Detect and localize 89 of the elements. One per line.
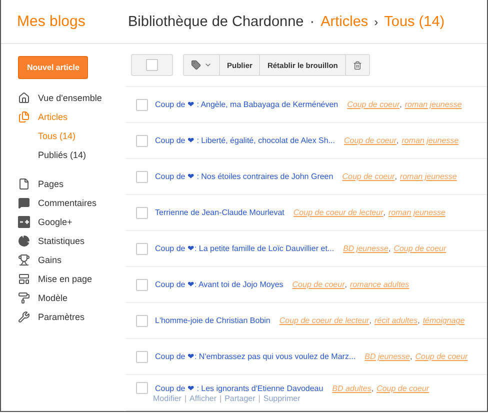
label-link[interactable]: Coup de coeur [347, 100, 400, 109]
breadcrumb-link[interactable]: Articles [320, 14, 368, 30]
comma: , [344, 280, 347, 289]
label-link[interactable]: BD adultes [332, 384, 372, 392]
row-checkbox[interactable] [136, 206, 148, 218]
sidebar-item[interactable]: Commentaires [18, 193, 126, 212]
label-link[interactable]: Coup de coeur [342, 172, 395, 181]
post-title-link[interactable]: Coup de ❤ : Angèle, ma Babayaga de Kerménéven [155, 100, 338, 109]
row-checkbox[interactable] [136, 98, 148, 110]
caret-icon [204, 61, 212, 69]
label-link[interactable]: Coup de coeur de lecteur [279, 316, 370, 325]
post-title-link[interactable]: Coup de ❤: Avant toi de Jojo Moyes [155, 280, 284, 289]
sidebar-subitem[interactable]: Tous (14) [18, 126, 126, 145]
comma: , [383, 208, 386, 217]
label-link[interactable]: Coup de coeur [344, 136, 396, 145]
label-link[interactable]: témoignage [422, 316, 465, 325]
documents-icon [18, 110, 30, 122]
comma: , [396, 136, 399, 145]
post-title-link[interactable]: Coup de ❤ : Nos étoiles contraires de John Green [155, 172, 334, 181]
comma: , [369, 316, 372, 325]
row-checkbox[interactable] [136, 134, 148, 146]
paint-roller-icon [18, 292, 30, 304]
post-title-link[interactable]: Coup de ❤: N'embrassez pas qui vous voulez de Marz... [155, 352, 356, 361]
layout-icon [18, 272, 30, 284]
page-icon [18, 178, 30, 190]
label-link[interactable]: Coup de coeur [394, 244, 446, 253]
post-title-link[interactable]: L'homme-joie de Christian Bobin [155, 316, 270, 325]
action-link[interactable]: Supprimer [263, 394, 300, 403]
tag-icon [191, 60, 201, 70]
sidebar-item[interactable]: Google+ [18, 212, 126, 231]
trophy-icon [18, 254, 30, 266]
comma: , [371, 384, 374, 392]
trash-icon [352, 60, 362, 70]
post-title-link[interactable]: Terrienne de Jean-Claude Mourlevat [155, 208, 284, 217]
separator-dot: · [310, 14, 315, 30]
action-link[interactable]: Modifier [153, 394, 182, 403]
label-link[interactable]: roman jeunesse [402, 136, 459, 145]
home-icon [18, 92, 30, 104]
post-title-link[interactable]: Coup de ❤ : Liberté, égalité, chocolat de Alex Sh... [155, 136, 335, 145]
row-checkbox[interactable] [136, 170, 148, 182]
sidebar-item[interactable]: Articles [18, 107, 126, 126]
breadcrumb-separator: › [374, 14, 378, 28]
label-link[interactable]: Coup de coeur de lecteur [293, 208, 384, 217]
label-link[interactable]: Coup de coeur [376, 384, 430, 392]
delete-button[interactable] [346, 55, 369, 75]
speech-bubble-icon [18, 196, 30, 208]
breadcrumb-current: Tous (14) [384, 14, 445, 30]
action-separator: | [258, 394, 260, 403]
row-checkbox[interactable] [136, 314, 148, 326]
action-separator: | [184, 394, 187, 403]
comma: , [394, 172, 397, 181]
label-link[interactable]: roman jeunesse [388, 208, 446, 217]
label-dropdown-button[interactable] [184, 55, 220, 75]
row-checkbox[interactable] [136, 350, 148, 362]
sidebar-item[interactable]: Pages [18, 174, 126, 193]
sidebar-item[interactable]: Gains [18, 250, 126, 269]
label-link[interactable]: récit adultes [374, 316, 418, 325]
new-post-button[interactable]: Nouvel article [18, 56, 88, 79]
row-checkbox[interactable] [136, 242, 148, 254]
brand-title[interactable]: Mes blogs [1, 13, 128, 30]
sidebar-item[interactable]: Vue d'ensemble [18, 88, 126, 107]
label-link[interactable]: romance adultes [350, 280, 410, 289]
post-title-link[interactable]: Coup de ❤: La petite famille de Loïc Dauvillier et... [155, 244, 334, 253]
label-link[interactable]: roman jeunesse [404, 100, 462, 109]
action-link[interactable]: Partager [224, 394, 256, 403]
comma: , [388, 244, 391, 253]
action-link[interactable]: Afficher [190, 394, 217, 403]
label-link[interactable]: Coup de coeur [292, 280, 345, 289]
sidebar-item[interactable]: Paramètres [18, 307, 126, 326]
row-checkbox[interactable] [136, 278, 148, 290]
comma: , [410, 352, 412, 361]
blog-title: Bibliothèque de Chardonne [128, 14, 304, 30]
pie-chart-icon [18, 234, 30, 246]
post-title-link[interactable]: Coup de ❤ : Les ignorants d'Etienne Davodeau [155, 384, 324, 392]
label-link[interactable]: roman jeunesse [400, 172, 457, 181]
select-all-checkbox[interactable] [131, 54, 173, 76]
comma: , [400, 100, 402, 109]
wrench-icon [18, 310, 30, 322]
action-separator: | [220, 394, 222, 403]
row-checkbox[interactable] [136, 382, 148, 394]
sidebar-subitem[interactable]: Publiés (14) [18, 145, 126, 164]
sidebar-item[interactable]: Statistiques [18, 231, 126, 250]
sidebar-item[interactable]: Mise en page [18, 269, 126, 288]
sidebar-item[interactable]: Modèle [18, 288, 126, 307]
label-link[interactable]: BD jeunesse [364, 352, 410, 361]
plus-square-icon [18, 216, 30, 228]
label-link[interactable]: Coup de coeur [415, 352, 468, 361]
comma: , [418, 316, 420, 325]
label-link[interactable]: BD jeunesse [343, 244, 388, 253]
